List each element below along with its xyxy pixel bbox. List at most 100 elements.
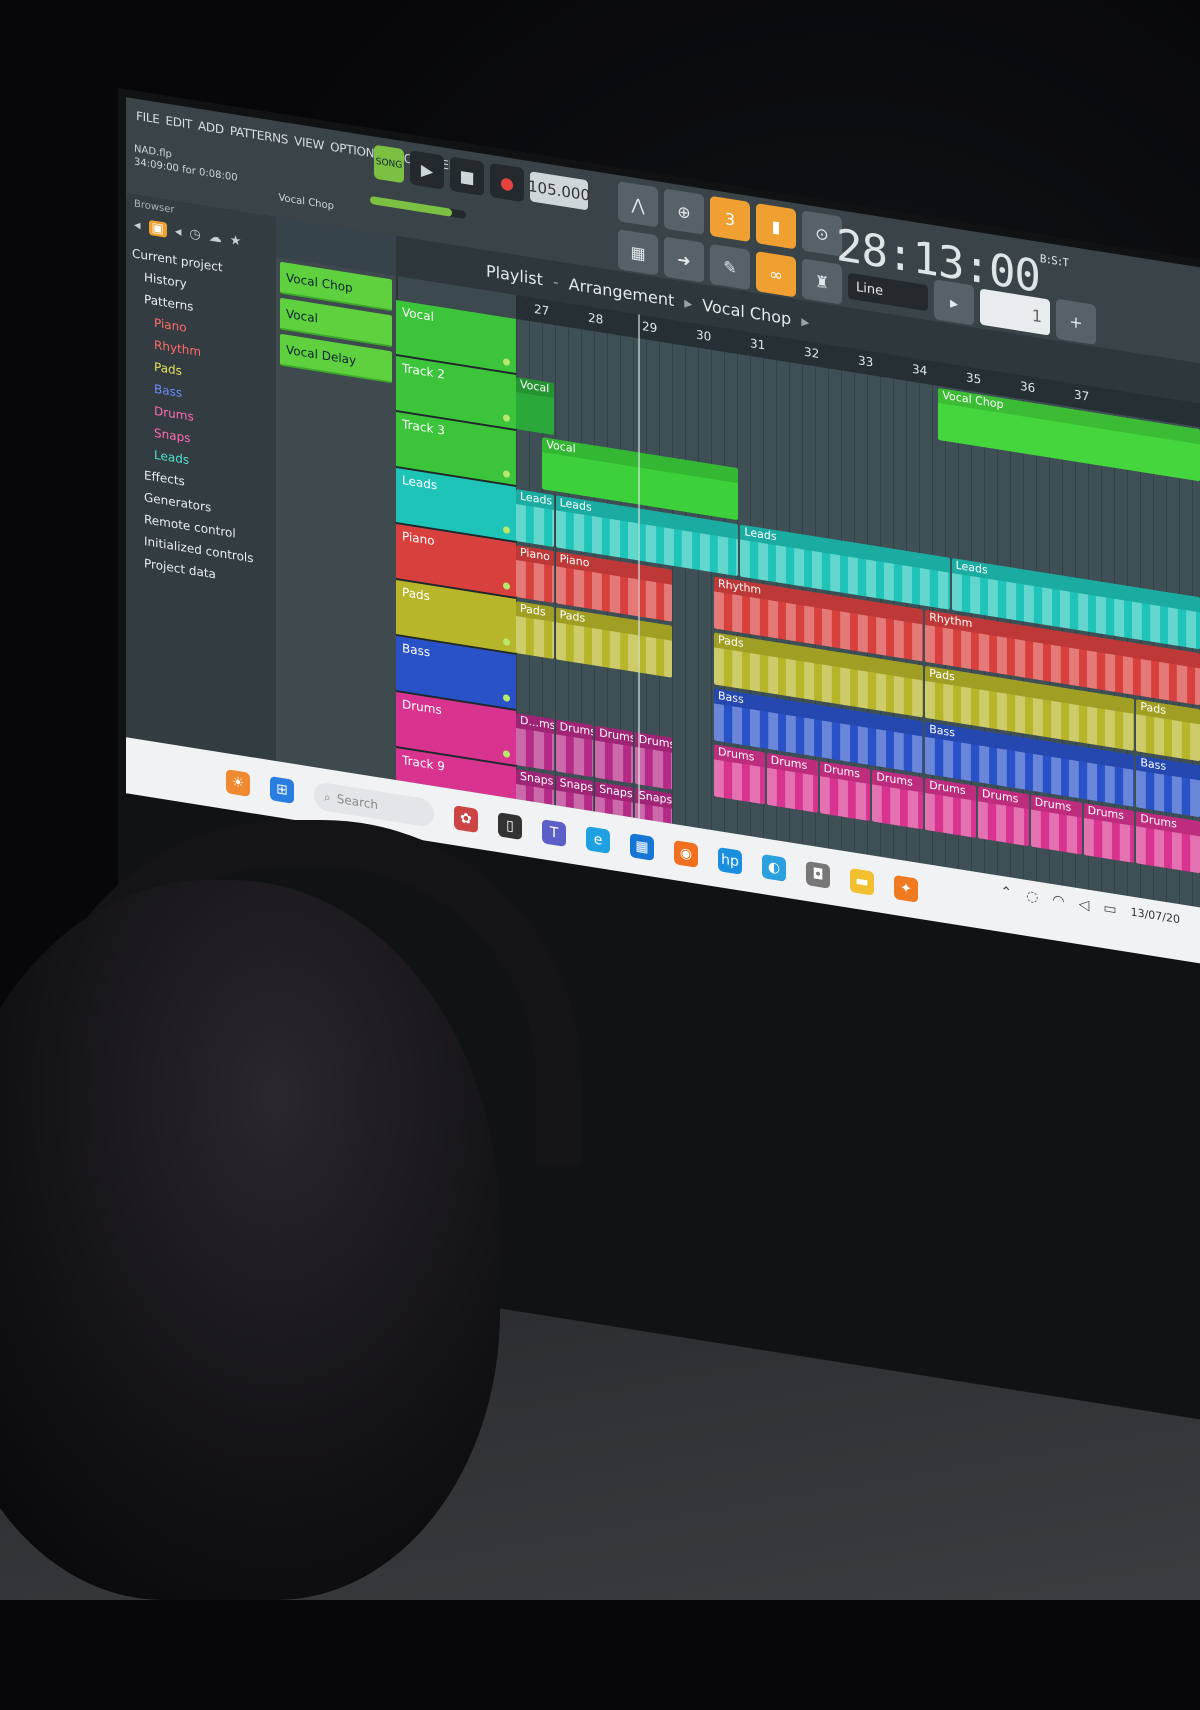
track-mute-dot[interactable] [503, 581, 510, 591]
clip-content [819, 776, 871, 822]
track-name: Track 2 [402, 360, 445, 382]
time-format: B:S:T [1039, 252, 1069, 270]
play-pattern-icon[interactable]: ▸ [934, 279, 974, 326]
clip-content [516, 504, 554, 547]
track-mute-dot[interactable] [503, 861, 510, 871]
tempo-display[interactable]: 105.000 [528, 171, 590, 211]
volume-icon[interactable]: ◁ [1079, 896, 1090, 914]
track-mute-dot[interactable] [503, 525, 510, 535]
playlist-view: Arrangement [568, 273, 675, 310]
add-pattern-icon[interactable]: + [1056, 298, 1096, 345]
wifi-icon[interactable]: ◠ [1052, 892, 1064, 910]
chevron-up-icon[interactable]: ⌃ [1000, 884, 1012, 902]
track-name: Drums [402, 696, 442, 718]
step-edit-icon[interactable]: ▮ [756, 203, 796, 250]
metronome-icon[interactable]: ⋀ [618, 181, 658, 228]
track-mute-dot[interactable] [503, 469, 510, 479]
playlist-clip[interactable]: Drums [555, 719, 594, 778]
fl-studio-icon[interactable]: ✦ [894, 874, 918, 903]
ruler-bar-number: 28 [588, 310, 604, 327]
clip-content [1030, 809, 1082, 855]
teams-icon[interactable]: T [542, 819, 566, 847]
track-headers: Vocal Track 2 Track 3 Leads Piano Pads Bass Dru… [396, 300, 516, 880]
clock[interactable]: 13/07/20 [1131, 905, 1180, 927]
track-mute-dot[interactable] [503, 749, 510, 759]
playhead[interactable] [638, 314, 640, 819]
link-icon[interactable]: ∞ [756, 251, 796, 298]
ruler-bar-number: 37 [1074, 387, 1090, 404]
playlist-clip[interactable]: Bass [1136, 755, 1200, 818]
cloud-icon[interactable]: ☁ [209, 229, 222, 246]
playlist-clip[interactable]: Drums [714, 744, 765, 805]
piano-keys-icon[interactable]: ▦ [618, 229, 658, 276]
playlist-clip[interactable]: Drums [595, 725, 633, 784]
widgets-icon[interactable]: ☀ [226, 769, 250, 797]
clip-content [516, 728, 554, 771]
edge-icon[interactable]: e [586, 826, 610, 854]
firefox-icon[interactable]: ◉ [674, 840, 698, 868]
menu-item-file[interactable]: FILE [136, 109, 160, 127]
arrow-icon[interactable]: ◂ [175, 224, 182, 240]
song-mode-toggle[interactable]: SONG [374, 144, 404, 184]
track-mute-dot[interactable] [503, 357, 510, 367]
app-icon[interactable]: ✿ [454, 805, 478, 834]
countdown-icon[interactable]: 3 [710, 195, 750, 243]
clip-content [872, 784, 924, 830]
clip-content [978, 801, 1029, 847]
playlist-clip[interactable]: Drums [925, 777, 976, 838]
record-icon[interactable]: ● [490, 162, 524, 203]
star-icon[interactable]: ★ [230, 233, 242, 250]
master-volume-slider[interactable] [370, 195, 466, 220]
playlist-pattern[interactable]: Vocal Chop [702, 295, 791, 328]
task-view-icon[interactable]: ▯ [498, 812, 522, 840]
clip-content [516, 560, 554, 603]
playlist-clip[interactable]: Drums [634, 731, 673, 790]
playlist-clip[interactable]: Pads [1136, 699, 1200, 762]
browser-panel: Browser ◂ ▣ ◂ ◷ ☁ ★ Current project Histo… [126, 193, 278, 762]
menu-item-edit[interactable]: EDIT [166, 114, 193, 132]
hp-icon[interactable]: hp [718, 847, 742, 875]
folder-icon[interactable]: ▣ [148, 219, 167, 238]
chevron-right-icon: ▸ [801, 310, 810, 331]
camera-icon[interactable]: ◘ [806, 860, 830, 889]
snap-select[interactable]: Line [848, 272, 928, 312]
windows-start-icon[interactable]: ⊞ [270, 776, 294, 804]
file-explorer-icon[interactable]: ▬ [850, 867, 874, 896]
track-mute-dot[interactable] [503, 637, 510, 647]
ruler-bar-number: 36 [1020, 378, 1036, 396]
playlist-clip[interactable]: Drums [1136, 811, 1200, 874]
playlist-clip[interactable]: Pads [516, 601, 554, 659]
playlist-clip[interactable]: Leads [516, 489, 554, 547]
track-mute-dot[interactable] [503, 693, 510, 703]
playlist-clip[interactable]: Drums [978, 786, 1029, 847]
track-name: Track 9 [402, 752, 445, 774]
playlist-clip[interactable]: Piano [516, 545, 554, 603]
clock-icon[interactable]: ◷ [189, 226, 200, 243]
pen-icon[interactable]: ✎ [710, 243, 750, 291]
menu-item-add[interactable]: ADD [198, 119, 224, 137]
mic-icon[interactable]: ◌ [1026, 888, 1038, 906]
arrow-right-icon[interactable]: ➜ [664, 236, 704, 283]
store-icon[interactable]: ▦ [630, 833, 654, 861]
wait-input-icon[interactable]: ⊕ [664, 188, 704, 235]
playlist-clip[interactable]: Drums [766, 752, 818, 813]
collapse-icon[interactable]: ◂ [134, 218, 141, 234]
battery-icon[interactable]: ▭ [1103, 900, 1116, 918]
playlist-clip[interactable]: Drums [872, 769, 924, 830]
menu-item-view[interactable]: VIEW [294, 134, 324, 153]
menu-item-patterns[interactable]: PATTERNS [230, 124, 288, 147]
playlist-clip[interactable]: D...ms [516, 713, 554, 771]
playlist-clip[interactable]: Drums [1083, 802, 1135, 863]
playlist-clip[interactable]: Drums [1030, 794, 1082, 855]
pattern-selector[interactable]: 1 [980, 288, 1050, 336]
play-icon[interactable]: ▶ [410, 150, 444, 190]
clip-content [714, 759, 765, 805]
playlist-clip[interactable]: Vocal [516, 377, 554, 435]
app-icon[interactable]: ◐ [762, 853, 786, 882]
stamp-icon[interactable]: ♜ [802, 258, 842, 305]
playlist-title: Playlist [486, 260, 543, 289]
playlist-clip[interactable]: Drums [819, 761, 871, 822]
stop-icon[interactable]: ■ [450, 156, 484, 196]
track-mute-dot[interactable] [503, 413, 510, 423]
master-volume-fill [370, 195, 452, 217]
